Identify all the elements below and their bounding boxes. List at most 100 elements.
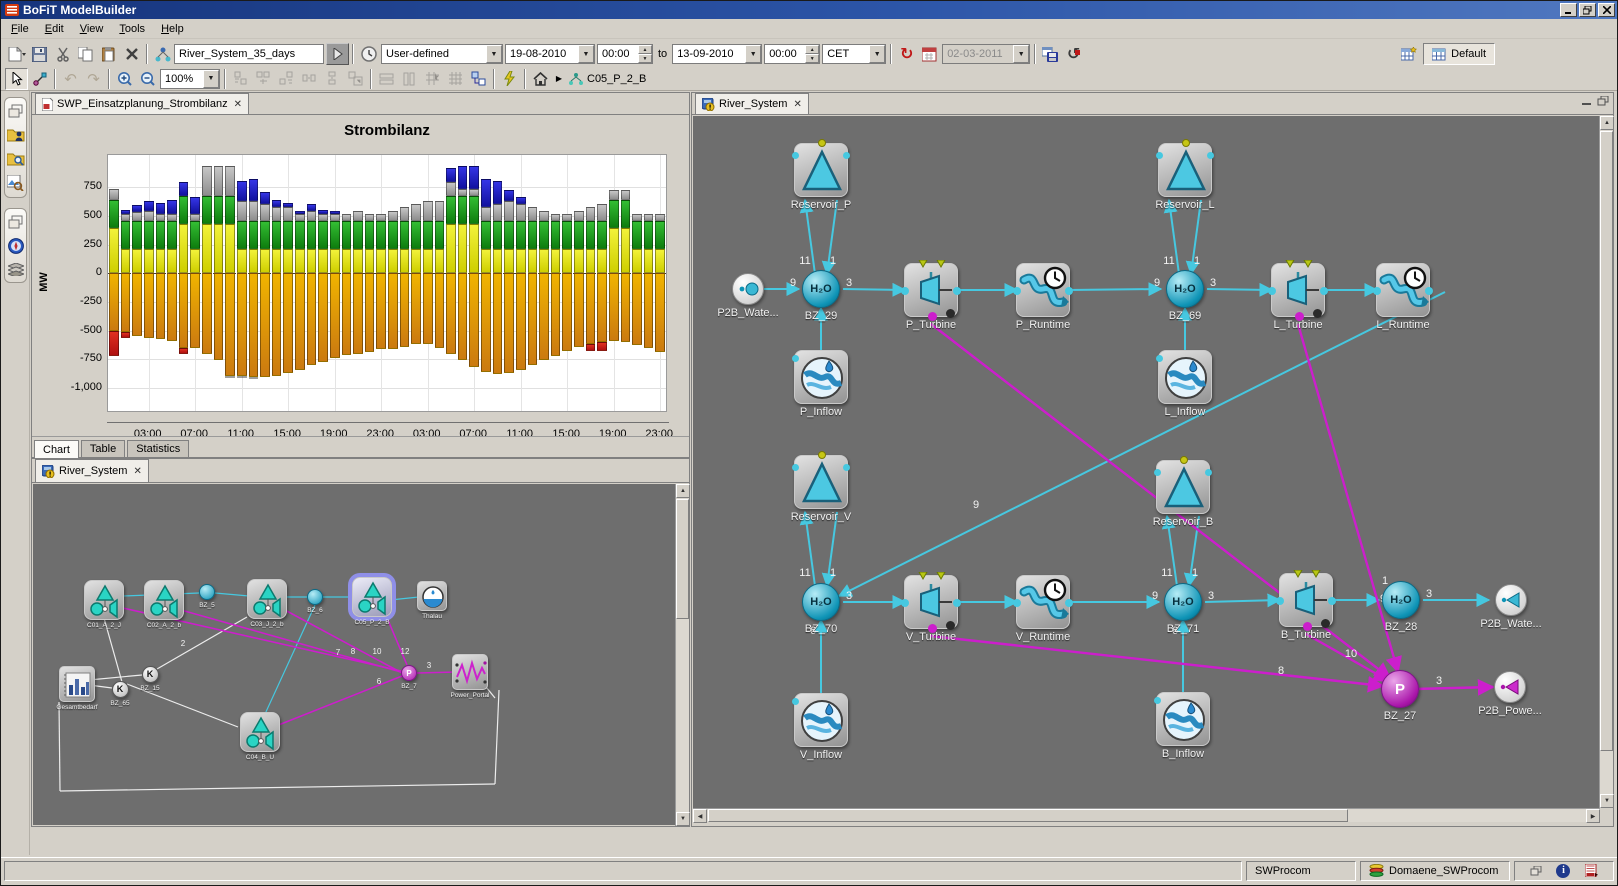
node-bz-5[interactable] xyxy=(199,584,215,600)
table-new-button[interactable] xyxy=(1397,43,1420,65)
image-search-icon[interactable] xyxy=(7,175,24,191)
breadcrumb[interactable]: C05_P_2_B xyxy=(568,72,646,86)
node-reservoir-p[interactable] xyxy=(794,143,848,197)
calendar-button[interactable] xyxy=(918,43,941,65)
spin-up-icon[interactable]: ▲ xyxy=(805,45,819,54)
node-c02[interactable] xyxy=(144,580,184,620)
node-c04[interactable] xyxy=(240,712,280,752)
node-reservoir-b[interactable] xyxy=(1156,460,1210,514)
node-c05[interactable] xyxy=(352,577,392,617)
chart-view-tab-chart[interactable]: Chart xyxy=(34,440,79,458)
folder-user-icon[interactable] xyxy=(7,127,25,142)
node-bz-15[interactable]: K xyxy=(142,666,159,683)
spin-down-icon[interactable]: ▼ xyxy=(638,54,652,63)
report-icon[interactable] xyxy=(1585,864,1598,877)
delete-button[interactable] xyxy=(120,43,143,65)
chevron-down-icon[interactable]: ▼ xyxy=(486,45,502,63)
menu-edit[interactable]: Edit xyxy=(37,21,72,37)
close-icon[interactable]: ✕ xyxy=(133,466,141,477)
node-v-inflow[interactable] xyxy=(794,693,848,747)
model-name-input[interactable] xyxy=(174,44,324,64)
node-bz-6[interactable] xyxy=(307,589,323,605)
run-button[interactable] xyxy=(326,43,349,65)
chevron-down-icon[interactable]: ▼ xyxy=(578,45,594,63)
node-l-turbine[interactable] xyxy=(1271,263,1325,317)
node-thalau[interactable] xyxy=(417,581,447,611)
node-reservoir-l[interactable] xyxy=(1158,143,1212,197)
layers-icon[interactable] xyxy=(8,263,24,276)
minimize-button[interactable] xyxy=(1560,3,1577,17)
timezone-select[interactable]: CET▼ xyxy=(822,44,886,64)
date-from-select[interactable]: 19-08-2010▼ xyxy=(505,44,595,64)
new-document-button[interactable] xyxy=(5,43,28,65)
node-c01[interactable] xyxy=(84,580,124,620)
node-p-runtime[interactable] xyxy=(1016,263,1070,317)
date-to-select[interactable]: 13-09-2010▼ xyxy=(672,44,762,64)
time-to-spinner[interactable]: 00:00▲▼ xyxy=(764,44,820,64)
node-bz-29[interactable]: H₂O xyxy=(802,270,840,308)
close-icon[interactable]: ✕ xyxy=(793,99,801,110)
restore-button[interactable] xyxy=(1579,3,1596,17)
copy-button[interactable] xyxy=(74,43,97,65)
time-from-spinner[interactable]: 00:00▲▼ xyxy=(597,44,653,64)
validate-button[interactable] xyxy=(498,68,521,90)
main-horizontal-scrollbar[interactable]: ◀ ▶ xyxy=(693,808,1600,822)
menu-file[interactable]: File xyxy=(3,21,37,37)
node-p2b-water-in[interactable] xyxy=(732,273,764,305)
close-button[interactable] xyxy=(1598,3,1615,17)
home-button[interactable] xyxy=(529,68,552,90)
cut-button[interactable] xyxy=(51,43,74,65)
mini-diagram-canvas[interactable]: 781012632 C01_A_2_J C02_A_2_bBZ_5 C03_J_… xyxy=(33,484,677,825)
spin-up-icon[interactable]: ▲ xyxy=(638,45,652,54)
node-bz-70[interactable]: H₂O xyxy=(802,583,840,621)
tab-swp-einsatzplanung-strombilanz[interactable]: SWP_Einsatzplanung_Strombilanz ✕ xyxy=(35,93,249,114)
connector-tool-button[interactable] xyxy=(28,68,51,90)
select-cursor-button[interactable] xyxy=(5,68,28,90)
zoom-in-button[interactable] xyxy=(113,68,136,90)
restore-pane-icon[interactable] xyxy=(1597,96,1609,106)
minimize-pane-icon[interactable] xyxy=(1581,96,1593,106)
folder-search-icon[interactable] xyxy=(7,151,25,166)
chart-view-tab-statistics[interactable]: Statistics xyxy=(127,440,189,457)
save-domain-button[interactable] xyxy=(1039,43,1062,65)
chevron-down-icon[interactable]: ▼ xyxy=(869,45,885,63)
node-p2b-water-out[interactable] xyxy=(1495,584,1527,616)
menu-help[interactable]: Help xyxy=(153,21,192,37)
node-l-inflow[interactable] xyxy=(1158,350,1212,404)
period-mode-select[interactable]: User-defined▼ xyxy=(381,44,503,64)
node-bz-7[interactable]: P xyxy=(401,665,417,681)
window-restore-icon[interactable] xyxy=(1530,866,1542,876)
node-reservoir-v[interactable] xyxy=(794,455,848,509)
layout-button[interactable] xyxy=(467,68,490,90)
mini-vertical-scrollbar[interactable]: ▲ ▼ xyxy=(675,484,689,826)
node-p-inflow[interactable] xyxy=(794,350,848,404)
node-l-runtime[interactable] xyxy=(1376,263,1430,317)
close-icon[interactable]: ✕ xyxy=(234,99,242,110)
node-b-inflow[interactable] xyxy=(1156,692,1210,746)
node-bz-71[interactable]: H₂O xyxy=(1164,583,1202,621)
compass-icon[interactable] xyxy=(8,238,24,254)
info-icon[interactable]: i xyxy=(1556,864,1570,878)
paste-button[interactable] xyxy=(97,43,120,65)
node-bz-69[interactable]: H₂O xyxy=(1166,270,1204,308)
chevron-down-icon[interactable]: ▼ xyxy=(203,70,219,88)
chevron-down-icon[interactable]: ▼ xyxy=(745,45,761,63)
spin-down-icon[interactable]: ▼ xyxy=(805,54,819,63)
node-p2b-power-out[interactable] xyxy=(1494,671,1526,703)
zoom-level-select[interactable]: 100%▼ xyxy=(160,69,220,89)
node-v-turbine[interactable] xyxy=(904,575,958,629)
main-diagram-canvas[interactable]: 11193111939111361119361931083 Reservoir_… xyxy=(693,116,1600,808)
refresh-button[interactable]: ↻ xyxy=(895,43,918,65)
zoom-out-button[interactable] xyxy=(136,68,159,90)
restore-pane-icon[interactable] xyxy=(8,104,24,118)
restore-pane-icon[interactable] xyxy=(8,215,24,229)
node-bz-28[interactable]: H₂O xyxy=(1382,581,1420,619)
tab-river-system[interactable]: River_System ✕ xyxy=(695,93,809,114)
default-view-button[interactable]: Default xyxy=(1423,43,1495,65)
reload-domain-button[interactable]: ↺ xyxy=(1062,43,1085,65)
menu-view[interactable]: View xyxy=(72,21,112,37)
node-p-turbine[interactable] xyxy=(904,263,958,317)
save-button[interactable] xyxy=(28,43,51,65)
node-b-turbine[interactable] xyxy=(1279,573,1333,627)
main-vertical-scrollbar[interactable]: ▲ ▼ xyxy=(1599,116,1613,808)
